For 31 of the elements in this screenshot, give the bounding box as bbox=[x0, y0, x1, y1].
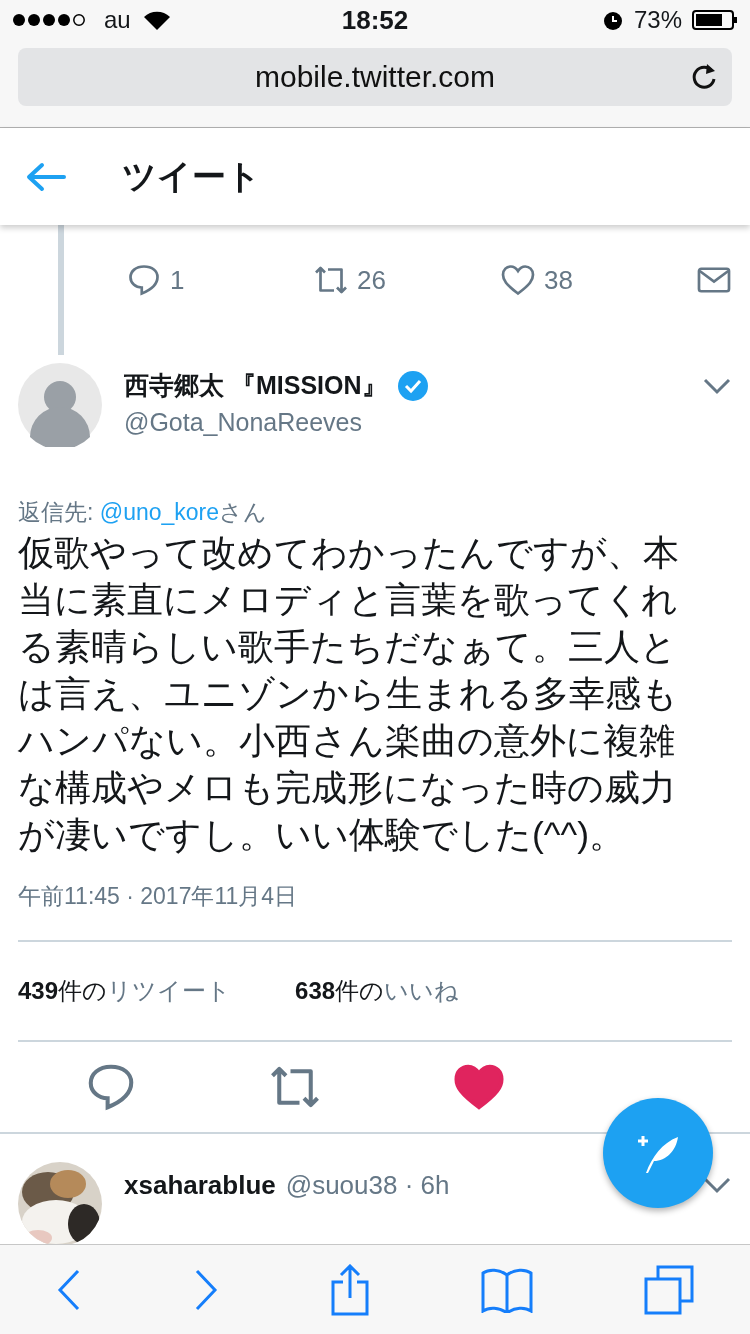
chevron-down-icon[interactable] bbox=[702, 377, 732, 395]
action-count: 26 bbox=[357, 264, 386, 296]
battery-icon bbox=[692, 9, 738, 31]
url-text: mobile.twitter.com bbox=[254, 60, 496, 94]
timestamp: 午前11:45 · 2017年11月4日 bbox=[18, 881, 732, 942]
clock-time: 18:52 bbox=[341, 4, 409, 36]
stat-count-link[interactable]: 439件の リツイート bbox=[18, 975, 232, 1007]
heart-icon[interactable] bbox=[500, 262, 536, 298]
tabs-icon[interactable] bbox=[644, 1264, 695, 1315]
compose-button[interactable] bbox=[603, 1098, 713, 1208]
reply-to-text: 返信先: @uno_koreさん bbox=[18, 498, 269, 527]
user-handle: @suou38 · 6h bbox=[285, 1170, 450, 1201]
back-chevron-icon[interactable] bbox=[55, 1267, 82, 1312]
display-name: 西寺郷太 『MISSION』 bbox=[124, 370, 387, 401]
back-arrow-icon[interactable] bbox=[26, 161, 66, 192]
alarm-clock-icon bbox=[601, 9, 624, 31]
wifi-icon bbox=[142, 9, 171, 31]
tweet-text: 仮歌やって改めてわかったんですが、本当に素直にメロディと言葉を歌ってくれる素晴らしい歌手たちだなぁて。三人とは言え、ユニゾンから生まれる多幸感もハンパない。小西さん楽曲の意外に複雑な構成やメロも完成形になった時の威力が凄いですし。いい体験でした(^^)。 bbox=[18, 532, 680, 857]
display-name: xsaharablue bbox=[124, 1170, 276, 1201]
bookmarks-icon[interactable] bbox=[481, 1266, 534, 1313]
battery-percent: 73% bbox=[633, 6, 682, 34]
speech-bubble-icon[interactable] bbox=[126, 262, 162, 298]
share-icon[interactable] bbox=[329, 1263, 370, 1316]
reload-icon[interactable] bbox=[690, 62, 718, 92]
action-count: 38 bbox=[544, 264, 573, 296]
page-title: ツイート bbox=[122, 155, 261, 197]
user-handle: @Gota_NonaReeves bbox=[124, 408, 363, 437]
carrier-name: au bbox=[104, 6, 131, 34]
address-bar[interactable]: mobile.twitter.com bbox=[18, 48, 732, 106]
action-count: 1 bbox=[170, 264, 185, 296]
stat-count-link[interactable]: 638件のいいね bbox=[295, 975, 460, 1007]
